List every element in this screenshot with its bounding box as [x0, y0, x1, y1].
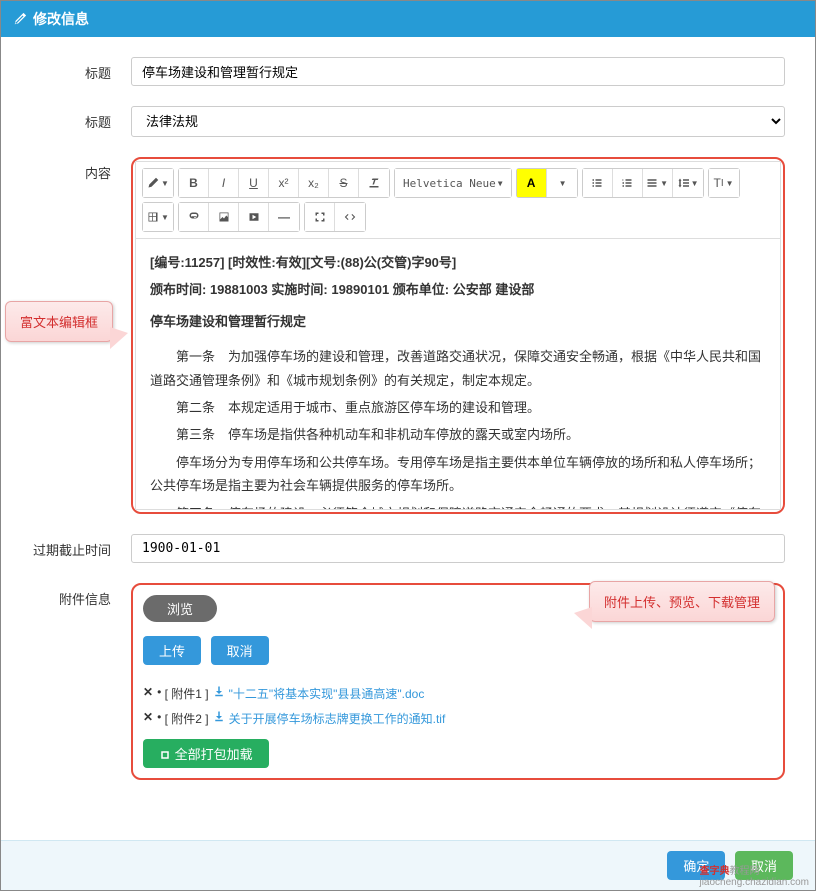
- attachment-label: [ 附件1 ]: [165, 685, 209, 702]
- doc-heading: 停车场建设和管理暂行规定: [150, 314, 306, 329]
- heading-button[interactable]: TI▼: [709, 169, 739, 197]
- browse-button[interactable]: 浏览: [143, 595, 217, 622]
- image-button[interactable]: [209, 203, 239, 231]
- attachment-item: ✕ • [ 附件2 ] 关于开展停车场标志牌更换工作的通知.tif: [143, 710, 773, 727]
- strikethrough-button[interactable]: S: [329, 169, 359, 197]
- fullscreen-button[interactable]: [305, 203, 335, 231]
- editor-toolbar: ▼ B I U x² x₂ S Helvetica Neue▼: [136, 162, 780, 239]
- attach-label: 附件信息: [31, 583, 131, 608]
- category-label: 标题: [31, 106, 131, 131]
- superscript-button[interactable]: x²: [269, 169, 299, 197]
- callout-attachments: 附件上传、预览、下载管理: [589, 581, 775, 622]
- video-button[interactable]: [239, 203, 269, 231]
- title-input[interactable]: [131, 57, 785, 86]
- modal-dialog: 修改信息 标题 标题 法律法规 内容 ▼: [0, 0, 816, 891]
- line-height-button[interactable]: ▼: [673, 169, 703, 197]
- paragraph-1: 第一条 为加强停车场的建设和管理，改善道路交通状况，保障交通安全畅通，根据《中华…: [150, 345, 766, 392]
- modal-title: 修改信息: [33, 9, 89, 29]
- attachment-link[interactable]: 关于开展停车场标志牌更换工作的通知.tif: [229, 710, 446, 727]
- modal-footer: 确定 取消: [1, 840, 815, 890]
- table-button[interactable]: ▼: [143, 203, 173, 231]
- upload-button[interactable]: 上传: [143, 636, 201, 665]
- underline-button[interactable]: U: [239, 169, 269, 197]
- subscript-button[interactable]: x₂: [299, 169, 329, 197]
- pack-all-button[interactable]: 全部打包加载: [143, 739, 269, 768]
- attachment-link[interactable]: "十二五"将基本实现"县县通高速".doc: [229, 685, 425, 702]
- callout-editor: 富文本编辑框: [5, 301, 113, 342]
- download-icon[interactable]: [213, 710, 225, 722]
- download-icon[interactable]: [213, 685, 225, 697]
- clear-format-button[interactable]: [359, 169, 389, 197]
- paragraph-5: 第四条 停车场的建设，必须符合城市规划和保障道路交通安全畅通的要求，其规划设计须…: [150, 502, 766, 509]
- cancel-upload-button[interactable]: 取消: [211, 636, 269, 665]
- rich-text-editor: ▼ B I U x² x₂ S Helvetica Neue▼: [135, 161, 781, 510]
- doc-meta-2: 颁布时间: 19881003 实施时间: 19890101 颁布单位: 公安部 …: [150, 282, 534, 297]
- title-label: 标题: [31, 57, 131, 82]
- align-button[interactable]: ▼: [643, 169, 673, 197]
- row-title: 标题: [31, 57, 785, 86]
- watermark: 查字典教程网 jiaocheng.chazidian.com: [699, 862, 809, 888]
- row-expire: 过期截止时间: [31, 534, 785, 563]
- attachment-list: ✕ • [ 附件1 ] "十二五"将基本实现"县县通高速".doc ✕ • [ …: [143, 685, 773, 727]
- attachment-label: [ 附件2 ]: [165, 710, 209, 727]
- row-content: 内容 ▼ B I U x² x₂ S: [31, 157, 785, 514]
- attachment-item: ✕ • [ 附件1 ] "十二五"将基本实现"县县通高速".doc: [143, 685, 773, 702]
- link-button[interactable]: [179, 203, 209, 231]
- expire-input[interactable]: [131, 534, 785, 563]
- paragraph-3: 第三条 停车场是指供各种机动车和非机动车停放的露天或室内场所。: [150, 423, 766, 446]
- hr-button[interactable]: —: [269, 203, 299, 231]
- code-view-button[interactable]: [335, 203, 365, 231]
- remove-attachment-icon[interactable]: ✕: [143, 685, 153, 699]
- modal-header: 修改信息: [1, 1, 815, 37]
- font-family-dropdown[interactable]: Helvetica Neue▼: [395, 169, 511, 197]
- paragraph-2: 第二条 本规定适用于城市、重点旅游区停车场的建设和管理。: [150, 396, 766, 419]
- modal-body: 标题 标题 法律法规 内容 ▼: [1, 37, 815, 810]
- ordered-list-button[interactable]: [613, 169, 643, 197]
- remove-attachment-icon[interactable]: ✕: [143, 710, 153, 724]
- edit-icon: [13, 12, 27, 26]
- row-category: 标题 法律法规: [31, 106, 785, 137]
- font-color-button[interactable]: A: [517, 169, 547, 197]
- editor-content-area[interactable]: [编号:11257] [时效性:有效][文号:(88)公(交管)字90号] 颁布…: [136, 239, 780, 509]
- paragraph-4: 停车场分为专用停车场和公共停车场。专用停车场是指主要供本单位车辆停放的场所和私人…: [150, 451, 766, 498]
- category-select[interactable]: 法律法规: [131, 106, 785, 137]
- unordered-list-button[interactable]: [583, 169, 613, 197]
- expire-label: 过期截止时间: [31, 534, 131, 559]
- style-dropdown[interactable]: ▼: [143, 169, 173, 197]
- bold-button[interactable]: B: [179, 169, 209, 197]
- doc-meta-1: [编号:11257] [时效性:有效][文号:(88)公(交管)字90号]: [150, 255, 456, 270]
- content-label: 内容: [31, 157, 131, 182]
- font-color-dropdown[interactable]: ▼: [547, 169, 577, 197]
- italic-button[interactable]: I: [209, 169, 239, 197]
